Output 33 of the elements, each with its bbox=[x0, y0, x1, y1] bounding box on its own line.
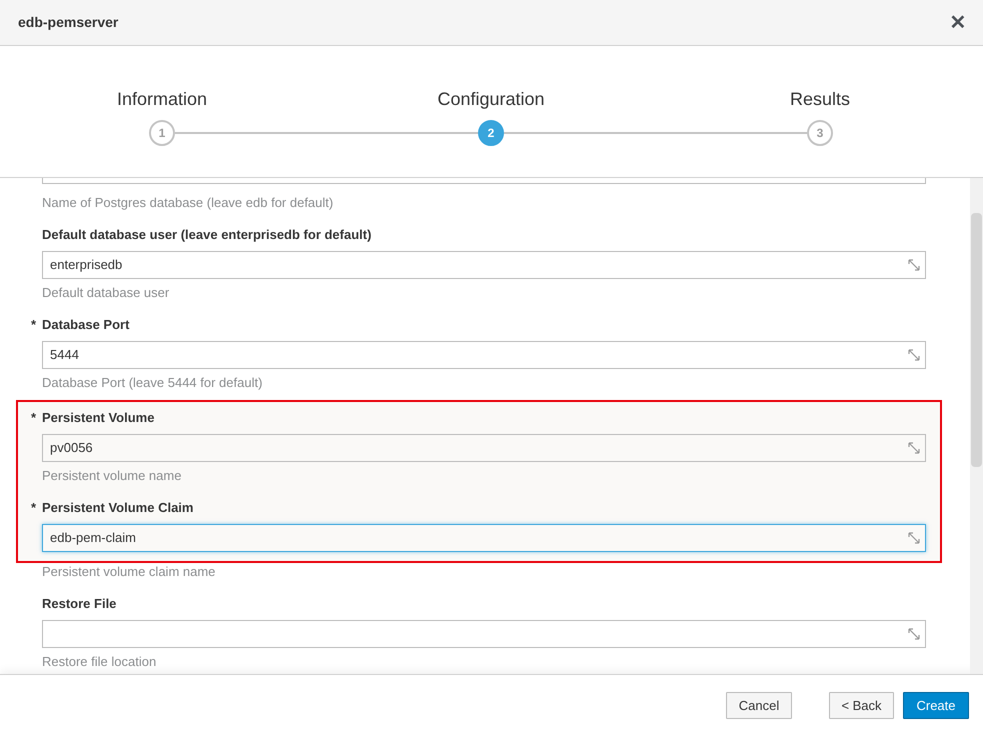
dialog-title: edb-pemserver bbox=[18, 13, 118, 32]
field-label: Default database user (leave enterprisedb for default) bbox=[42, 226, 372, 244]
text-field[interactable]: edb-pem-claim bbox=[42, 524, 926, 552]
text-field[interactable] bbox=[42, 620, 926, 648]
help-text: Persistent volume claim name bbox=[42, 563, 216, 581]
close-button[interactable]: ✕ bbox=[947, 12, 969, 34]
scrollbar-thumb[interactable] bbox=[971, 213, 982, 467]
resize-icon bbox=[908, 349, 920, 361]
help-text: Default database user bbox=[42, 284, 170, 302]
step-label: Configuration bbox=[437, 88, 545, 110]
step-label: Information bbox=[116, 88, 208, 110]
help-text: Persistent volume name bbox=[42, 467, 182, 485]
text-field[interactable]: enterprisedb bbox=[42, 251, 926, 279]
field-label: Restore File bbox=[42, 595, 116, 614]
field-label: Persistent Volume bbox=[42, 409, 154, 428]
text-field[interactable]: pv0056 bbox=[42, 434, 926, 462]
step-label: Results bbox=[790, 88, 850, 110]
resize-icon bbox=[908, 628, 920, 640]
field-label: Database Port bbox=[42, 316, 130, 334]
resize-icon bbox=[908, 532, 920, 544]
help-text: Database Port (leave 5444 for default) bbox=[42, 374, 264, 392]
text-field[interactable]: 5444 bbox=[42, 341, 926, 369]
field-label: Persistent Volume Claim bbox=[42, 499, 194, 518]
create-button[interactable]: Create bbox=[903, 692, 969, 719]
resize-icon bbox=[908, 259, 920, 271]
required-asterisk: * bbox=[31, 316, 36, 334]
required-asterisk: * bbox=[31, 409, 36, 428]
back-button[interactable]: < Back bbox=[829, 692, 894, 719]
resize-icon bbox=[908, 442, 920, 454]
required-asterisk: * bbox=[31, 499, 36, 518]
help-text: Name of Postgres database (leave edb for default) bbox=[42, 194, 334, 212]
help-text: Restore file location bbox=[42, 653, 158, 671]
cancel-button[interactable]: Cancel bbox=[726, 692, 792, 719]
